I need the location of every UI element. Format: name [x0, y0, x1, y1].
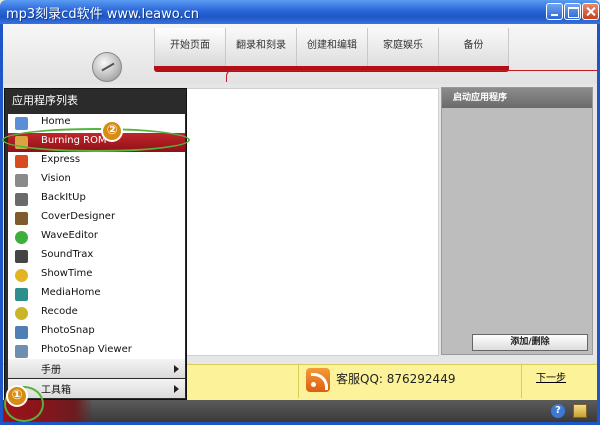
menu-item-vision[interactable]: Vision: [8, 171, 185, 190]
menu-item-label: Recode: [41, 306, 78, 317]
title-bar: mp3刻录cd软件 www.leawo.cn: [0, 0, 600, 24]
toolbox-icon[interactable]: [573, 404, 587, 418]
menu-item-recode[interactable]: Recode: [8, 304, 185, 323]
launch-apps-title: 启动应用程序: [442, 88, 592, 108]
menu-item-label: Vision: [41, 173, 71, 184]
menu-item-backitup[interactable]: BackItUp: [8, 190, 185, 209]
submenu-manual[interactable]: 手册: [8, 359, 185, 378]
menu-item-label: CoverDesigner: [41, 211, 116, 222]
tab-backup[interactable]: 备份: [438, 28, 509, 66]
menu-item-coverdesigner[interactable]: CoverDesigner: [8, 209, 185, 228]
menu-item-label: SoundTrax: [41, 249, 94, 260]
next-step-link[interactable]: 下一步: [536, 369, 566, 384]
support-qq-text: 客服QQ: 876292449: [336, 372, 456, 386]
mediahome-icon: [15, 288, 28, 301]
content-panel: [181, 88, 439, 356]
rss-icon[interactable]: [306, 368, 330, 392]
menu-item-label: BackItUp: [41, 192, 86, 203]
app-logo-icon: [92, 52, 122, 82]
content-accent-line: [226, 70, 597, 82]
highlight-oval: [2, 128, 190, 152]
photosnap-viewer-icon: [15, 345, 28, 358]
showtime-icon: [15, 269, 28, 282]
main-tabs: 开始页面 翻录和刻录 创建和编辑 家庭娱乐 备份: [154, 28, 509, 66]
menu-item-label: PhotoSnap: [41, 325, 95, 336]
footer-divider: [521, 364, 522, 398]
submenu-label: 工具箱: [41, 385, 71, 396]
menu-item-label: PhotoSnap Viewer: [41, 344, 132, 355]
menu-item-photosnap[interactable]: PhotoSnap: [8, 323, 185, 342]
menu-item-label: Home: [41, 116, 71, 127]
coverdesigner-icon: [15, 212, 28, 225]
menu-item-showtime[interactable]: ShowTime: [8, 266, 185, 285]
step-2-badge: ②: [101, 120, 123, 142]
footer-divider: [298, 364, 299, 398]
window-title: mp3刻录cd软件 www.leawo.cn: [6, 7, 200, 22]
home-icon: [15, 117, 28, 130]
photosnap-icon: [15, 326, 28, 339]
recode-icon: [15, 307, 28, 320]
tab-create-and-edit[interactable]: 创建和编辑: [296, 28, 367, 66]
soundtrax-icon: [15, 250, 28, 263]
minimize-button[interactable]: [546, 3, 563, 20]
menu-item-label: Express: [41, 154, 81, 165]
menu-item-soundtrax[interactable]: SoundTrax: [8, 247, 185, 266]
add-remove-button[interactable]: 添加/删除: [472, 334, 588, 351]
app-list-title: 应用程序列表: [12, 94, 78, 107]
close-button[interactable]: [582, 3, 599, 20]
chevron-right-icon: [174, 385, 179, 393]
tab-home-entertainment[interactable]: 家庭娱乐: [367, 28, 438, 66]
step-1-badge: ①: [6, 385, 28, 407]
tab-rip-and-burn[interactable]: 翻录和刻录: [225, 28, 296, 66]
menu-item-label: ShowTime: [41, 268, 93, 279]
help-icon[interactable]: ?: [551, 404, 565, 418]
waveeditor-icon: [15, 231, 28, 244]
maximize-button[interactable]: [564, 3, 581, 20]
tab-start-page[interactable]: 开始页面: [154, 28, 225, 66]
status-bar: [3, 400, 597, 422]
express-icon: [15, 155, 28, 168]
vision-icon: [15, 174, 28, 187]
backitup-icon: [15, 193, 28, 206]
menu-item-express[interactable]: Express: [8, 152, 185, 171]
launch-apps-panel: 启动应用程序 添加/删除: [441, 87, 593, 355]
submenu-label: 手册: [41, 365, 61, 376]
menu-item-label: WaveEditor: [41, 230, 99, 241]
menu-item-mediahome[interactable]: MediaHome: [8, 285, 185, 304]
menu-item-waveeditor[interactable]: WaveEditor: [8, 228, 185, 247]
chevron-right-icon: [174, 365, 179, 373]
menu-item-label: MediaHome: [41, 287, 101, 298]
